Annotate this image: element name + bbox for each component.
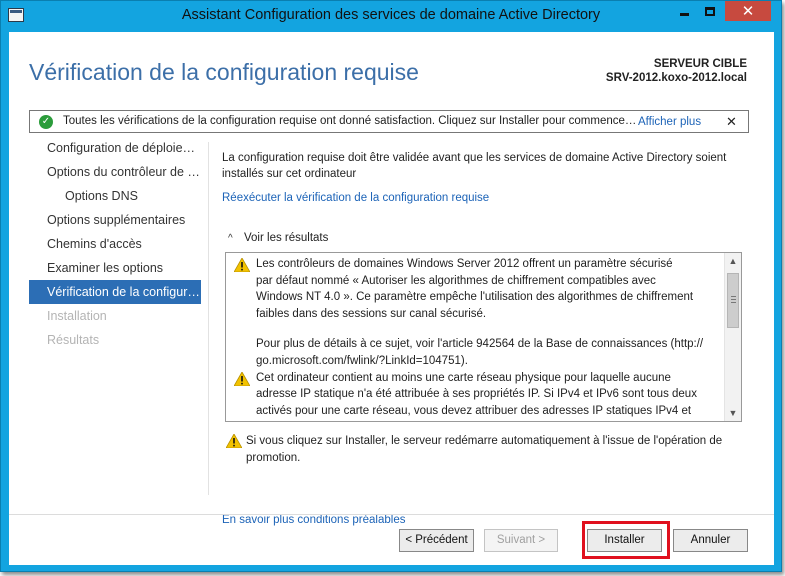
result-item-warning: Cet ordinateur contient au moins une car… xyxy=(232,370,718,420)
scroll-up-arrow-icon[interactable]: ▲ xyxy=(725,253,741,269)
intro-text: La configuration requise doit être valid… xyxy=(222,152,727,180)
success-check-icon: ✓ xyxy=(39,115,53,129)
nav-item-deployment-configuration[interactable]: Configuration de déploiement xyxy=(29,136,201,160)
nav-divider xyxy=(208,142,209,495)
cancel-button[interactable]: Annuler xyxy=(673,529,748,552)
result-line: Windows NT 4.0 ». Ce paramètre empêche l… xyxy=(256,291,694,304)
result-line: Pour plus de détails à ce sujet, voir l'… xyxy=(256,338,704,351)
nav-item-dns-options[interactable]: Options DNS xyxy=(29,184,201,208)
results-toggle[interactable]: ^ Voir les résultats xyxy=(228,232,328,244)
notification-close-icon[interactable]: ✕ xyxy=(726,114,737,130)
wizard-navigation: Configuration de déploiement Options du … xyxy=(29,136,201,352)
warning-icon xyxy=(226,434,242,448)
warning-icon xyxy=(234,371,250,386)
results-toggle-label: Voir les résultats xyxy=(244,232,329,244)
nav-item-results: Résultats xyxy=(47,333,100,347)
rerun-check-link[interactable]: Réexécuter la vérification de la configu… xyxy=(222,192,489,204)
next-button: Suivant > xyxy=(484,529,558,552)
scroll-down-arrow-icon[interactable]: ▼ xyxy=(725,405,741,421)
wizard-client-area: Vérification de la configuration requise… xyxy=(9,32,774,565)
previous-button[interactable]: < Précédent xyxy=(399,529,474,552)
result-item-warning: Les contrôleurs de domaines Windows Serv… xyxy=(232,256,718,370)
close-window-button[interactable]: ✕ xyxy=(725,1,771,21)
install-highlight-box xyxy=(582,521,670,559)
result-line: Cet ordinateur contient au moins une car… xyxy=(256,371,671,384)
page-title: Vérification de la configuration requise xyxy=(29,59,419,85)
prerequisites-content: La configuration requise doit être valid… xyxy=(222,150,762,526)
maximize-icon xyxy=(704,6,715,16)
thumb-grip-icon xyxy=(731,296,736,297)
notification-bar: ✓ Toutes les vérifications de la configu… xyxy=(29,110,749,133)
warning-icon xyxy=(234,258,250,272)
result-line: faibles dans des sessions sur canal sécu… xyxy=(256,307,487,320)
nav-item-dc-options[interactable]: Options du contrôleur de domaine xyxy=(29,160,201,184)
restart-warning-line: promotion. xyxy=(246,451,301,464)
notification-text: Toutes les vérifications de la configura… xyxy=(63,115,638,127)
nav-item-paths[interactable]: Chemins d'accès xyxy=(29,232,201,256)
close-icon: ✕ xyxy=(741,3,755,20)
scroll-thumb[interactable] xyxy=(727,273,739,328)
results-list: Les contrôleurs de domaines Windows Serv… xyxy=(225,252,742,422)
result-line: go.microsoft.com/fwlink/?LinkId=104751). xyxy=(256,354,468,367)
result-line: adresse IP statique n'a été attribuée à … xyxy=(256,388,697,401)
result-line: par défaut nommé « Autoriser les algorit… xyxy=(256,274,656,287)
button-bar-divider xyxy=(9,514,774,515)
target-server-label: SERVEUR CIBLE xyxy=(653,58,747,70)
nav-item-installation: Installation xyxy=(47,309,107,323)
nav-item-review-options[interactable]: Examiner les options xyxy=(29,256,201,280)
result-line: activés pour une carte réseau, vous deve… xyxy=(256,404,692,417)
results-scrollbar[interactable]: ▲ ▼ xyxy=(724,253,741,421)
window-title: Assistant Configuration des services de … xyxy=(181,7,601,23)
wizard-window: Assistant Configuration des services de … xyxy=(0,0,782,572)
title-bar[interactable]: Assistant Configuration des services de … xyxy=(1,1,781,32)
minimize-icon xyxy=(679,12,689,16)
show-more-link[interactable]: Afficher plus xyxy=(638,116,701,128)
nav-item-additional-options[interactable]: Options supplémentaires xyxy=(29,208,201,232)
nav-item-prerequisites-check[interactable]: Vérification de la configuration requise xyxy=(29,280,201,304)
minimize-button[interactable] xyxy=(671,1,697,21)
learn-more-prerequisites-link[interactable]: En savoir plus conditions préalables xyxy=(222,514,405,526)
restart-warning-line: Si vous cliquez sur Installer, le serveu… xyxy=(246,435,723,447)
results-scroll-area[interactable]: Les contrôleurs de domaines Windows Serv… xyxy=(226,253,724,421)
target-server-name: SRV-2012.koxo-2012.local xyxy=(605,72,747,84)
restart-warning: Si vous cliquez sur Installer, le serveu… xyxy=(226,433,753,466)
result-line: Les contrôleurs de domaines Windows Serv… xyxy=(256,258,673,270)
maximize-button[interactable] xyxy=(697,1,722,21)
chevron-up-icon: ^ xyxy=(228,233,233,244)
